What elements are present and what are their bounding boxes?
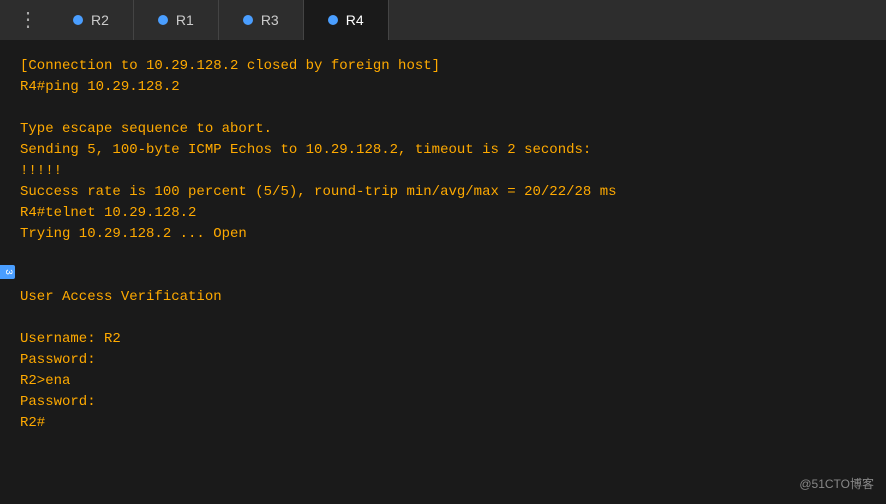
tab-r2[interactable]: R2 <box>49 0 134 40</box>
tab-r1-label: R1 <box>176 12 194 28</box>
tab-r1[interactable]: R1 <box>134 0 219 40</box>
tab-r1-dot <box>158 15 168 25</box>
watermark: @51CTO博客 <box>799 475 874 492</box>
tab-r3[interactable]: R3 <box>219 0 304 40</box>
menu-button[interactable]: ⋮ <box>8 7 49 33</box>
tab-r3-dot <box>243 15 253 25</box>
tab-r2-label: R2 <box>91 12 109 28</box>
tab-bar: ⋮ R2 R1 R3 R4 <box>0 0 886 40</box>
terminal-output: [Connection to 10.29.128.2 closed by for… <box>20 56 866 434</box>
tab-r3-label: R3 <box>261 12 279 28</box>
tab-r4[interactable]: R4 <box>304 0 389 40</box>
side-label: 3 <box>0 265 15 279</box>
terminal-container: 3 [Connection to 10.29.128.2 closed by f… <box>0 40 886 504</box>
tab-r4-dot <box>328 15 338 25</box>
tab-r4-label: R4 <box>346 12 364 28</box>
tab-r2-dot <box>73 15 83 25</box>
